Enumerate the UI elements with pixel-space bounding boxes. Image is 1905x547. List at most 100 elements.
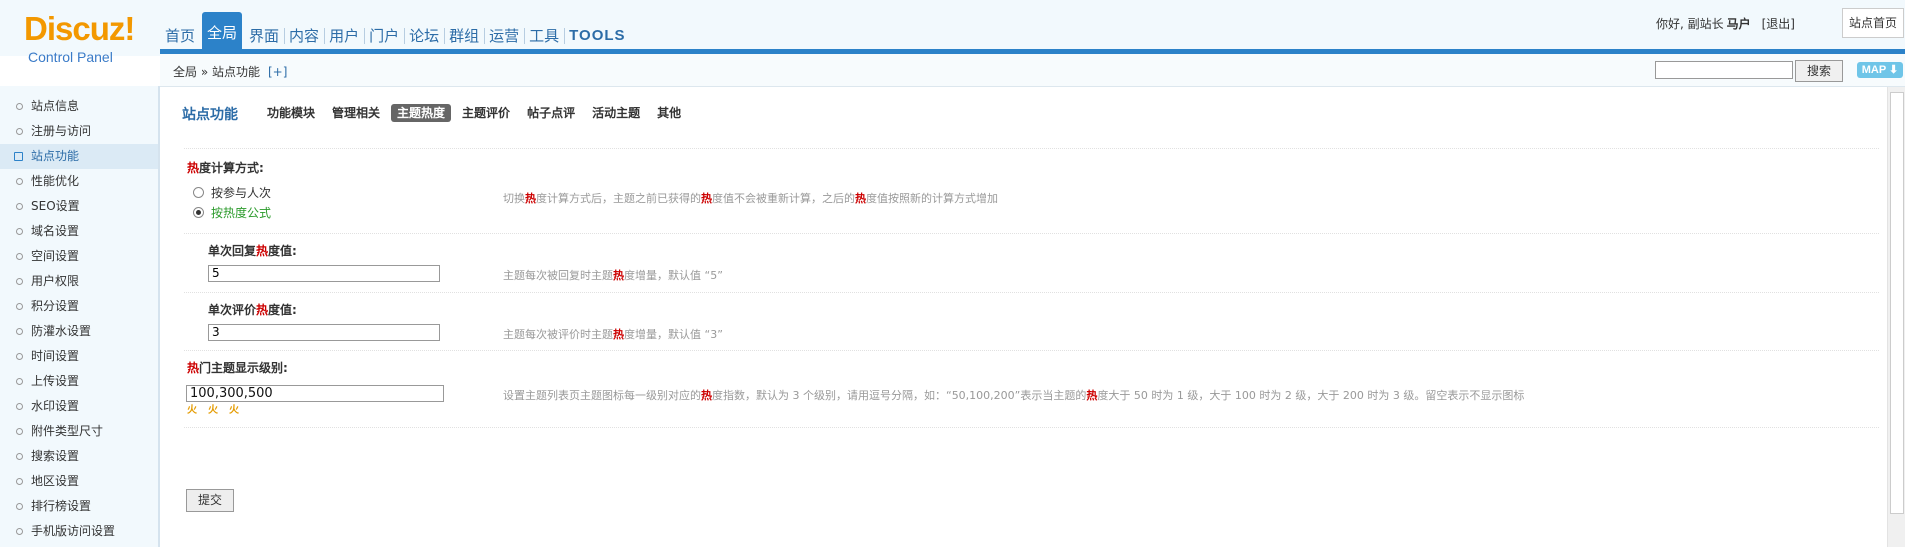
- sidebar-item-credits[interactable]: 积分设置: [0, 294, 158, 319]
- page-title: 站点功能: [182, 107, 238, 123]
- sidebar-item-performance[interactable]: 性能优化: [0, 169, 158, 194]
- fire-icon-level-2: 火: [208, 405, 218, 416]
- sidebar-item-label: 防灌水设置: [31, 324, 92, 338]
- bullet-icon: [16, 403, 23, 410]
- divider: [184, 427, 1879, 428]
- divider: [184, 233, 1879, 234]
- tab-management[interactable]: 管理相关: [326, 104, 386, 122]
- bullet-icon: [16, 478, 23, 485]
- nav-tools[interactable]: TOOLS: [564, 23, 630, 49]
- site-home-button[interactable]: 站点首页: [1842, 8, 1904, 38]
- sidebar-item-register[interactable]: 注册与访问: [0, 119, 158, 144]
- nav-forum[interactable]: 论坛: [404, 23, 444, 49]
- sidebar-item-label: 附件类型尺寸: [31, 424, 104, 438]
- sidebar-item-ranklist[interactable]: 排行榜设置: [0, 494, 158, 519]
- nav-portal[interactable]: 门户: [364, 23, 404, 49]
- bullet-icon: [16, 453, 23, 460]
- sidebar-item-label: 时间设置: [31, 349, 80, 363]
- reply-heat-tip: 主题每次被回复时主题热度增量，默认值 “5”: [503, 269, 723, 282]
- sidebar-item-antispam[interactable]: 防灌水设置: [0, 319, 158, 344]
- sidebar-item-time[interactable]: 时间设置: [0, 344, 158, 369]
- scrollbar[interactable]: [1887, 87, 1905, 547]
- sidebar-item-label: 排行榜设置: [31, 499, 92, 513]
- sidebar-item-label: 站点功能: [31, 149, 80, 163]
- rate-heat-label: 单次评价热度值:: [208, 303, 297, 317]
- bullet-icon: [16, 328, 23, 335]
- bullet-icon: [16, 103, 23, 110]
- nav-tool[interactable]: 工具: [524, 23, 564, 49]
- bullet-icon: [16, 303, 23, 310]
- sidebar-item-mobile[interactable]: 手机版访问设置: [0, 519, 158, 544]
- breadcrumb-bar: 全局 » 站点功能 [+] 搜索 MAP ⬇: [160, 54, 1905, 87]
- logo-brand: Discuz!: [24, 10, 135, 47]
- logout-link[interactable]: [退出]: [1762, 17, 1795, 31]
- search-button[interactable]: 搜索: [1795, 60, 1843, 82]
- search-input[interactable]: [1655, 61, 1793, 79]
- scrollbar-thumb[interactable]: [1890, 92, 1904, 514]
- tab-thread-heat[interactable]: 主题热度: [391, 104, 452, 122]
- fire-icon-level-1: 火: [187, 405, 197, 416]
- tab-other[interactable]: 其他: [651, 104, 687, 122]
- reply-heat-input[interactable]: [208, 265, 440, 282]
- sidebar-item-label: 空间设置: [31, 249, 80, 263]
- sidebar-item-upload[interactable]: 上传设置: [0, 369, 158, 394]
- sidebar-item-label: 搜索设置: [31, 449, 80, 463]
- hot-levels-label: 热门主题显示级别:: [187, 361, 288, 375]
- sidebar-item-label: 性能优化: [31, 174, 80, 188]
- radio-by-formula[interactable]: 按热度公式: [193, 204, 271, 221]
- sidebar-item-domain[interactable]: 域名设置: [0, 219, 158, 244]
- hot-char: 热: [187, 161, 200, 175]
- nav-global[interactable]: 全局: [202, 12, 243, 49]
- sidebar-item-space[interactable]: 空间设置: [0, 244, 158, 269]
- breadcrumb-text: 全局 » 站点功能: [173, 65, 260, 79]
- sidebar-item-label: 站点信息: [31, 99, 80, 113]
- bullet-icon: [16, 353, 23, 360]
- sidebar-item-attachment[interactable]: 附件类型尺寸: [0, 419, 158, 444]
- bullet-icon: [16, 278, 23, 285]
- bullet-icon: [16, 228, 23, 235]
- bullet-icon: [16, 428, 23, 435]
- header: Discuz! Control Panel 首页 全局 界面 内容 用户 门户 …: [0, 0, 1905, 65]
- hot-levels-input[interactable]: [186, 385, 444, 402]
- logo[interactable]: Discuz! Control Panel: [0, 0, 160, 70]
- nav-home[interactable]: 首页: [160, 23, 200, 49]
- tab-thread-rating[interactable]: 主题评价: [456, 104, 516, 122]
- sidebar: 站点信息 注册与访问 站点功能 性能优化 SEO设置 域名设置 空间设置 用户权…: [0, 86, 160, 547]
- nav-user[interactable]: 用户: [324, 23, 364, 49]
- nav-content[interactable]: 内容: [284, 23, 324, 49]
- tab-post-comment[interactable]: 帖子点评: [521, 104, 581, 122]
- sidebar-item-label: 积分设置: [31, 299, 80, 313]
- sidebar-item-label: 水印设置: [31, 399, 80, 413]
- calc-method-label: 热度计算方式:: [187, 159, 264, 176]
- divider: [184, 292, 1879, 293]
- sidebar-item-region[interactable]: 地区设置: [0, 469, 158, 494]
- sidebar-item-seo[interactable]: SEO设置: [0, 194, 158, 219]
- sidebar-item-search[interactable]: 搜索设置: [0, 444, 158, 469]
- nav-operation[interactable]: 运营: [484, 23, 524, 49]
- edit-icon: [14, 152, 23, 161]
- hot-levels-tip: 设置主题列表页主题图标每一级别对应的热度指数，默认为 3 个级别，请用逗号分隔，…: [503, 389, 1525, 402]
- reply-heat-label: 单次回复热度值:: [208, 244, 297, 258]
- bullet-icon: [16, 528, 23, 535]
- bullet-icon: [16, 203, 23, 210]
- user-info: 你好, 副站长 马户 [退出]: [1656, 15, 1795, 32]
- sidebar-item-site-function[interactable]: 站点功能: [0, 144, 158, 169]
- user-name: 马户: [1726, 17, 1751, 31]
- sidebar-item-permission[interactable]: 用户权限: [0, 269, 158, 294]
- sidebar-item-site-info[interactable]: 站点信息: [0, 94, 158, 119]
- top-nav: 首页 全局 界面 内容 用户 门户 论坛 群组 运营 工具 TOOLS: [160, 12, 631, 49]
- tab-activity[interactable]: 活动主题: [586, 104, 646, 122]
- add-shortcut-link[interactable]: [+]: [268, 65, 287, 79]
- rate-heat-input[interactable]: [208, 324, 440, 341]
- user-greeting: 你好, 副站长: [1655, 17, 1724, 31]
- tab-modules[interactable]: 功能模块: [261, 104, 321, 122]
- radio-by-participants[interactable]: 按参与人次: [193, 184, 271, 201]
- bullet-icon: [16, 378, 23, 385]
- bullet-icon: [16, 128, 23, 135]
- nav-style[interactable]: 界面: [244, 23, 284, 49]
- submit-button[interactable]: 提交: [186, 489, 234, 512]
- nav-group[interactable]: 群组: [444, 23, 484, 49]
- map-button[interactable]: MAP ⬇: [1857, 62, 1903, 78]
- radio-icon: [193, 187, 204, 198]
- sidebar-item-watermark[interactable]: 水印设置: [0, 394, 158, 419]
